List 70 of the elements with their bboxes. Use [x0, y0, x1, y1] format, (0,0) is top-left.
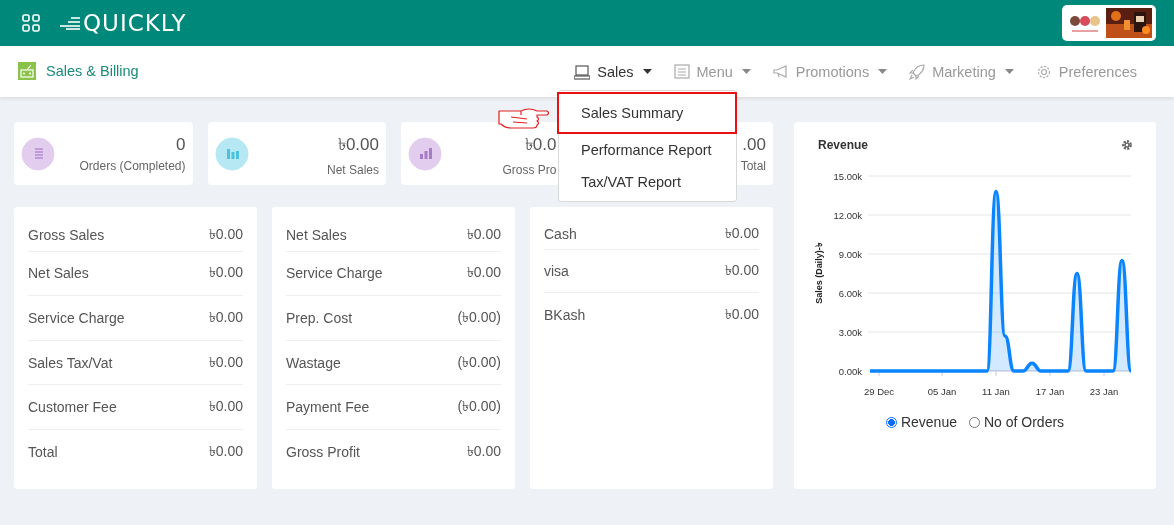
row-label: visa: [544, 263, 569, 279]
row-value: ৳0.00: [724, 304, 759, 324]
row-value: ৳0.00: [466, 263, 501, 283]
y-tick-label: 15.00k: [833, 170, 862, 182]
stat-value: ৳0.00: [337, 133, 379, 156]
row-label: Gross Profit: [286, 444, 360, 461]
row-value: ৳0.00: [208, 263, 243, 283]
stat-value: ৳0.0: [524, 133, 557, 156]
stat-label: Net Sales: [326, 162, 379, 177]
settings-icon[interactable]: [1121, 139, 1133, 151]
row-value: (৳0.00): [457, 352, 501, 372]
nav-menu-item[interactable]: Sales: [574, 63, 652, 80]
row-value: ৳0.00: [724, 224, 759, 243]
row-label: Service Charge: [28, 310, 125, 326]
row-value: ৳0.00: [208, 397, 243, 417]
y-tick-label: 9.00k: [838, 248, 862, 260]
x-tick-label: 29 Dec: [863, 386, 895, 397]
register-icon: [18, 61, 36, 80]
row-label: Sales Tax/Vat: [28, 354, 113, 371]
stat-value: .00: [742, 134, 766, 155]
row-value: ৳0.00: [208, 352, 243, 372]
row-value: ৳0.00: [208, 442, 243, 462]
row-value: ৳0.00: [208, 308, 243, 327]
dropdown-item[interactable]: Tax/VAT Report: [559, 166, 736, 198]
row-value: (৳0.00): [457, 308, 501, 327]
speed-lines-icon: [60, 16, 82, 30]
megaphone-icon: [772, 63, 789, 80]
x-tick-label: 05 Jan: [927, 386, 957, 397]
chart-option[interactable]: No of Orders: [968, 414, 1065, 430]
x-tick-label: 11 Jan: [982, 386, 1010, 397]
row-label: Net Sales: [28, 265, 89, 282]
row-label: Total: [28, 444, 58, 461]
dropdown-item[interactable]: Sales Summary: [557, 92, 737, 134]
radio-button[interactable]: [885, 416, 897, 428]
y-tick-label: 6.00k: [838, 287, 862, 299]
row-value: ৳0.00: [466, 224, 501, 244]
row-label: Net Sales: [286, 226, 347, 243]
stat-label: Orders (Completed): [79, 158, 186, 173]
module-title: Sales & Billing: [46, 62, 139, 79]
row-value: ৳0.00: [724, 261, 759, 280]
y-axis-title: Sales (Daily)-৳: [814, 243, 824, 304]
stat-label: Gross Pro: [502, 162, 557, 177]
row-value: (৳0.00): [457, 397, 501, 417]
monitor-icon: [574, 63, 591, 80]
rocket-icon: [909, 63, 926, 80]
dropdown-item[interactable]: Performance Report: [559, 134, 736, 166]
stat-value: 0: [176, 134, 186, 155]
apps-menu-icon[interactable]: [22, 14, 40, 32]
row-label: Cash: [544, 226, 577, 242]
chart-option[interactable]: Revenue: [885, 414, 957, 430]
row-label: Prep. Cost: [286, 310, 353, 326]
stat-label: Total: [740, 158, 766, 173]
row-label: Wastage: [286, 354, 341, 371]
app-logo[interactable]: QUICKLY: [83, 10, 187, 36]
x-tick-label: 23 Jan: [1089, 386, 1119, 397]
chart-title: Revenue: [818, 138, 869, 152]
y-tick-label: 12.00k: [833, 209, 862, 221]
row-value: ৳0.00: [208, 224, 243, 244]
y-tick-label: 3.00k: [838, 326, 862, 338]
x-tick-label: 17 Jan: [1035, 386, 1065, 397]
row-label: BKash: [544, 306, 586, 323]
radio-button[interactable]: [968, 416, 980, 428]
row-label: Service Charge: [286, 265, 383, 282]
row-value: ৳0.00: [466, 442, 501, 462]
row-label: Gross Sales: [28, 226, 105, 243]
row-label: Payment Fee: [286, 399, 370, 416]
list-icon: [673, 63, 690, 80]
settings-icon: [1035, 63, 1052, 80]
y-tick-label: 0.00k: [838, 365, 862, 377]
row-label: Customer Fee: [28, 399, 117, 416]
